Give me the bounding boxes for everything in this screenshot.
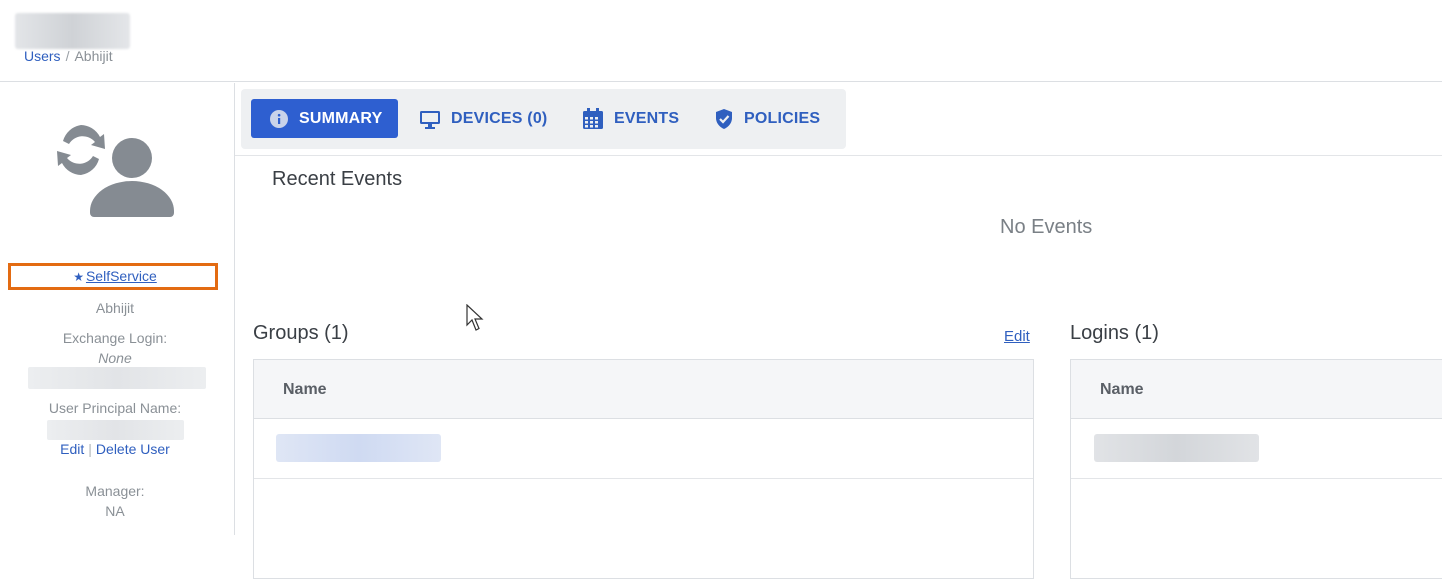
content-divider xyxy=(235,155,1442,156)
table-row[interactable] xyxy=(254,419,1033,479)
mouse-cursor-icon xyxy=(466,304,484,331)
recent-events-title: Recent Events xyxy=(272,168,403,190)
delete-user-link[interactable]: Delete User xyxy=(96,441,170,457)
breadcrumb-users-link[interactable]: Users xyxy=(24,48,61,64)
user-sync-icon xyxy=(57,125,174,217)
exchange-login-label: Exchange Login: xyxy=(62,330,168,346)
user-display-name: Abhijit xyxy=(95,300,135,316)
app-logo xyxy=(15,13,130,49)
redacted-upn xyxy=(47,420,184,440)
star-icon: ★ xyxy=(73,270,84,284)
table-row[interactable] xyxy=(1071,419,1442,479)
shield-check-icon xyxy=(714,108,734,130)
selfservice-link[interactable]: ★ SelfService xyxy=(0,268,230,284)
top-bar: Users / Abhijit xyxy=(0,0,1442,82)
tab-summary-label: SUMMARY xyxy=(299,109,383,127)
manager-value: NA xyxy=(105,503,125,519)
tab-events-label: EVENTS xyxy=(614,109,680,127)
logins-table: Name xyxy=(1070,359,1442,579)
info-icon xyxy=(269,109,289,129)
link-separator: | xyxy=(88,441,92,457)
calendar-icon xyxy=(582,107,604,130)
groups-title: Groups (1) xyxy=(253,322,349,344)
edit-user-link[interactable]: Edit xyxy=(60,441,84,457)
tab-devices-label: DEVICES (0) xyxy=(451,109,548,127)
groups-name-header[interactable]: Name xyxy=(254,360,1033,419)
logins-title: Logins (1) xyxy=(1070,322,1159,344)
breadcrumb-current: Abhijit xyxy=(74,48,113,64)
redacted-email xyxy=(28,367,206,389)
redacted-group-name[interactable] xyxy=(276,434,441,462)
tab-policies-label: POLICIES xyxy=(744,109,821,127)
exchange-login-value: None xyxy=(98,350,132,366)
edit-groups-link[interactable]: Edit xyxy=(1004,328,1030,345)
monitor-icon xyxy=(419,109,441,129)
upn-label: User Principal Name: xyxy=(48,400,182,416)
tab-bar: SUMMARY DEVICES (0) EVENTS POLICIES xyxy=(241,89,846,149)
user-profile-sidebar: ★ SelfService Abhijit Exchange Login: Non… xyxy=(0,83,235,535)
breadcrumb: Users / Abhijit xyxy=(24,48,113,64)
breadcrumb-separator: / xyxy=(65,48,70,64)
tab-summary[interactable]: SUMMARY xyxy=(251,99,399,138)
tab-policies[interactable]: POLICIES xyxy=(714,99,820,138)
manager-label: Manager: xyxy=(85,483,145,499)
tab-events[interactable]: EVENTS xyxy=(582,99,679,138)
logins-name-header[interactable]: Name xyxy=(1071,360,1442,419)
redacted-login-name xyxy=(1094,434,1259,462)
user-actions: Edit | Delete User xyxy=(0,441,230,457)
no-events-text: No Events xyxy=(1000,216,1093,238)
tab-devices[interactable]: DEVICES (0) xyxy=(419,99,547,138)
selfservice-label[interactable]: SelfService xyxy=(86,268,157,284)
groups-table: Name xyxy=(253,359,1034,579)
